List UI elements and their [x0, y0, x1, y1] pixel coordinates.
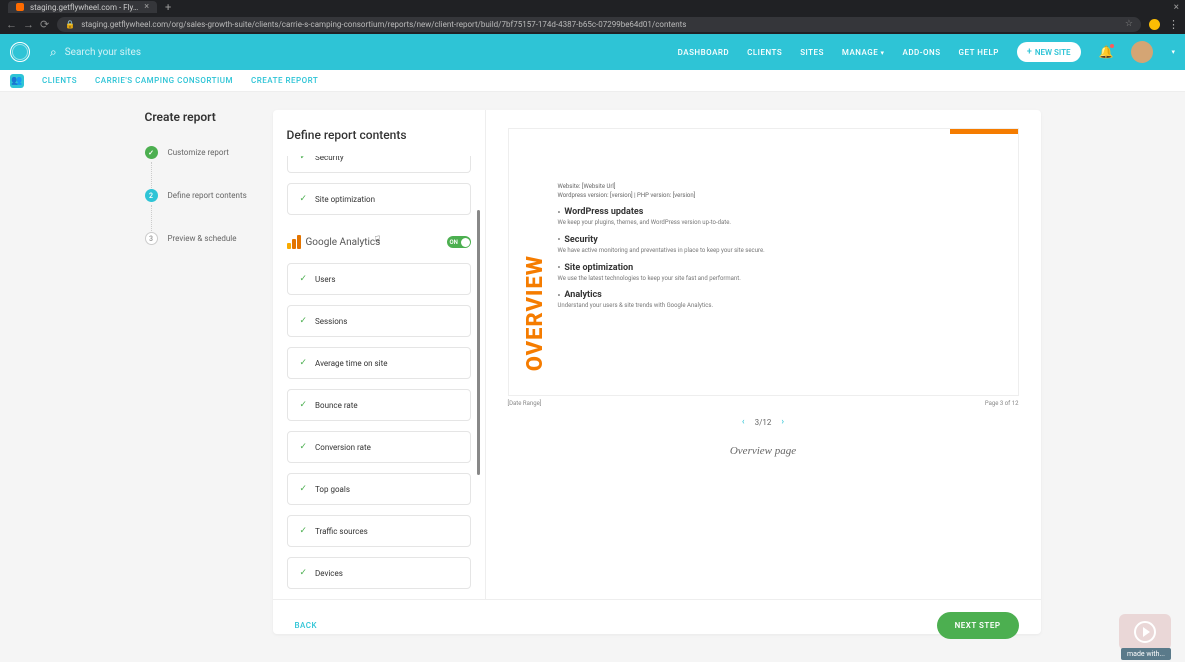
- browser-tab[interactable]: staging.getflywheel.com - Fly… ×: [8, 1, 157, 13]
- step-preview[interactable]: 3 Preview & schedule: [145, 232, 273, 245]
- new-site-button[interactable]: +NEW SITE: [1017, 42, 1081, 62]
- browser-chrome: staging.getflywheel.com - Fly… × + × ← →…: [0, 0, 1185, 34]
- bookmark-star-icon[interactable]: ☆: [1125, 19, 1133, 29]
- tab-title: staging.getflywheel.com - Fly…: [30, 3, 138, 12]
- option-top-goals[interactable]: ✓Top goals: [287, 473, 471, 505]
- option-conversion-rate[interactable]: ✓Conversion rate: [287, 431, 471, 463]
- meta-versions: Wordpress version: [version] | PHP versi…: [558, 192, 1004, 199]
- breadcrumb-create-report[interactable]: CREATE REPORT: [251, 76, 318, 85]
- avatar[interactable]: [1131, 41, 1153, 63]
- search-input[interactable]: [65, 47, 265, 58]
- step-check-icon: ✓: [145, 146, 158, 159]
- pv-analytics: Analytics: [558, 290, 1004, 300]
- new-tab-button[interactable]: +: [165, 1, 171, 14]
- nav-gethelp[interactable]: GET HELP: [959, 48, 999, 57]
- check-icon: ✓: [300, 156, 308, 162]
- content-definition-column: Define report contents ✓ Security ✓ Site…: [273, 110, 486, 599]
- option-site-optimization[interactable]: ✓ Site optimization: [287, 183, 471, 215]
- made-with-badge[interactable]: made with...: [1121, 648, 1171, 660]
- nav-clients[interactable]: CLIENTS: [747, 48, 782, 57]
- nav-addons[interactable]: ADD-ONS: [903, 48, 941, 57]
- page-indicator: Page 3 of 12: [985, 400, 1019, 407]
- next-step-button[interactable]: NEXT STEP: [937, 612, 1019, 639]
- avatar-dropdown-icon[interactable]: ▾: [1171, 48, 1175, 56]
- scrollbar[interactable]: [477, 210, 480, 475]
- step-customize[interactable]: ✓ Customize report: [145, 146, 273, 159]
- reload-icon[interactable]: ⟳: [40, 18, 49, 31]
- date-range: [Date Range]: [508, 400, 542, 407]
- accent-bar: [950, 129, 1018, 134]
- forward-arrow-icon[interactable]: →: [23, 18, 34, 31]
- browser-close-icon[interactable]: ×: [1174, 2, 1179, 13]
- check-icon: ✓: [300, 274, 308, 284]
- step-number: 3: [145, 232, 158, 245]
- option-devices[interactable]: ✓Devices: [287, 557, 471, 589]
- preview-page: OVERVIEW Website: [Website Url] Wordpres…: [508, 128, 1019, 396]
- google-analytics-label: Google Analytics: [287, 235, 381, 249]
- check-icon: ✓: [300, 400, 308, 410]
- pager: ‹ 3/12 ›: [508, 417, 1019, 427]
- nav-manage[interactable]: MANAGE: [842, 48, 885, 57]
- notifications-icon[interactable]: 🔔: [1099, 45, 1114, 59]
- ga-toggle[interactable]: ON: [447, 236, 471, 248]
- page-title: Create report: [145, 110, 273, 124]
- step-define-contents[interactable]: 2 Define report contents: [145, 189, 273, 202]
- flywheel-logo[interactable]: [10, 42, 30, 62]
- option-sessions[interactable]: ✓Sessions: [287, 305, 471, 337]
- google-analytics-icon: [287, 235, 301, 249]
- breadcrumb: 👥 CLIENTS CARRIE'S CAMPING CONSORTIUM CR…: [0, 70, 1185, 92]
- plus-icon: +: [1027, 47, 1032, 57]
- preview-column: OVERVIEW Website: [Website Url] Wordpres…: [486, 110, 1041, 599]
- check-icon: ✓: [300, 484, 308, 494]
- step-number: 2: [145, 189, 158, 202]
- favicon: [16, 3, 24, 11]
- nav-sites[interactable]: SITES: [800, 48, 824, 57]
- cursor-icon: ☟: [375, 235, 381, 246]
- option-security[interactable]: ✓ Security: [287, 156, 471, 173]
- pager-prev-icon[interactable]: ‹: [742, 417, 745, 427]
- url-text: staging.getflywheel.com/org/sales-growth…: [81, 20, 686, 29]
- video-widget[interactable]: [1119, 614, 1171, 650]
- check-icon: ✓: [300, 568, 308, 578]
- check-icon: ✓: [300, 526, 308, 536]
- browser-menu-icon[interactable]: ⋮: [1168, 18, 1179, 31]
- report-panel: Define report contents ✓ Security ✓ Site…: [273, 110, 1041, 634]
- breadcrumb-client-name[interactable]: CARRIE'S CAMPING CONSORTIUM: [95, 76, 233, 85]
- pager-next-icon[interactable]: ›: [781, 417, 784, 427]
- close-tab-icon[interactable]: ×: [144, 2, 149, 12]
- app-header: ⌕ DASHBOARD CLIENTS SITES MANAGE ADD-ONS…: [0, 34, 1185, 70]
- profile-badge[interactable]: [1149, 19, 1160, 30]
- pv-security: Security: [558, 235, 1004, 245]
- pv-site-optimization: Site optimization: [558, 263, 1004, 273]
- play-icon: [1134, 621, 1156, 643]
- option-avg-time[interactable]: ✓Average time on site: [287, 347, 471, 379]
- meta-website: Website: [Website Url]: [558, 183, 1004, 190]
- search-icon: ⌕: [50, 45, 57, 60]
- check-icon: ✓: [300, 442, 308, 452]
- steps-sidebar: Create report ✓ Customize report 2 Defin…: [145, 110, 273, 634]
- option-users[interactable]: ✓Users: [287, 263, 471, 295]
- preview-caption: Overview page: [508, 445, 1019, 457]
- option-bounce-rate[interactable]: ✓Bounce rate: [287, 389, 471, 421]
- back-arrow-icon[interactable]: ←: [6, 18, 17, 31]
- pager-position: 3/12: [755, 418, 772, 427]
- check-icon: ✓: [300, 316, 308, 326]
- back-button[interactable]: BACK: [295, 621, 318, 630]
- breadcrumb-clients[interactable]: CLIENTS: [42, 76, 77, 85]
- overview-vertical-label: OVERVIEW: [523, 255, 548, 371]
- nav-dashboard[interactable]: DASHBOARD: [678, 48, 730, 57]
- breadcrumb-icon: 👥: [10, 74, 24, 88]
- check-icon: ✓: [300, 194, 308, 204]
- lock-icon: 🔒: [65, 20, 75, 29]
- check-icon: ✓: [300, 358, 308, 368]
- pv-wordpress-updates: WordPress updates: [558, 207, 1004, 217]
- option-traffic-sources[interactable]: ✓Traffic sources: [287, 515, 471, 547]
- address-bar[interactable]: 🔒 staging.getflywheel.com/org/sales-grow…: [57, 17, 1141, 32]
- section-title: Define report contents: [273, 128, 485, 142]
